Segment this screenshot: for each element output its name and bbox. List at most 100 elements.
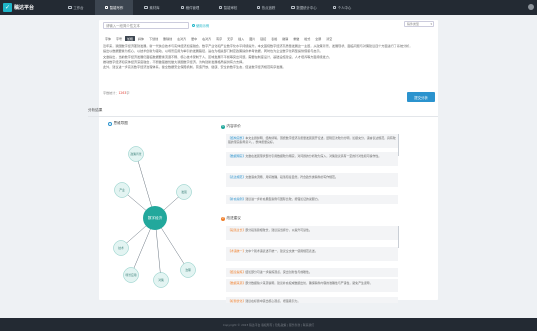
toolbar-button[interactable]: 插入 (236, 36, 246, 41)
mindmap[interactable]: 数字经济 政策背景产业 发展技术场景应用对策 治理 (106, 130, 213, 295)
mindmap-node-label: 政策背景 (130, 152, 141, 156)
user-icon (332, 5, 337, 10)
toolbar-button[interactable]: 无序 (225, 36, 235, 41)
toolbar-button[interactable]: 斜体 (136, 36, 146, 41)
chevron-down-icon: ▾ (430, 22, 432, 26)
evaluation-tag: 【段落过长】 (228, 227, 246, 232)
submit-analysis-button[interactable]: 提交分析 (407, 92, 435, 102)
editor-toolbar: 字体 字号 加粗 斜体 下划线 删除线 左对齐 居中 右对齐 有序 无序 插入 图片 链接 表格 撤销 重做 格式… (103, 36, 433, 42)
toolbar-button[interactable]: 加粗 (125, 36, 136, 41)
section-number-icon: 2 (221, 216, 225, 221)
example-label: 使用示例 (196, 24, 210, 28)
document-icon (180, 5, 185, 10)
nav-item-4[interactable]: 智能审校 (209, 0, 247, 15)
top-navigation-bar: ✓ 稿达平台 工作台 智能写作 素材库 稿件管理 智能审校 热点追踪 数据统计中心 个人中心 (0, 0, 537, 15)
chart-icon (291, 5, 295, 10)
toolbar-button[interactable]: 图片 (247, 36, 257, 41)
evaluation-tag: 【表达规范】 (228, 174, 246, 179)
toolbar-button[interactable]: 字体 (103, 36, 113, 41)
dashboard-icon (68, 5, 72, 10)
nav-item-6[interactable]: 数据统计中心 (285, 0, 323, 15)
nav-item-7[interactable]: 个人中心 (323, 0, 361, 15)
evaluation-tag: 【补充案例】 (228, 196, 246, 201)
evaluation-heading-text: 改进建议 (226, 216, 241, 220)
nav-item-label: 智能写作 (109, 6, 124, 10)
main-nav: 工作台 智能写作 素材库 稿件管理 智能审校 热点追踪 数据统计中心 个人中心 (57, 0, 361, 15)
evaluation-item: 【表达规范】文章语言流畅、用词准确，段落衔接自然，符合政务类稿件的写作规范。 (226, 173, 398, 187)
toolbar-button[interactable]: 撤销 (280, 36, 290, 41)
section-number-icon: 1 (221, 124, 225, 129)
toolbar-button[interactable]: 格式 (302, 36, 312, 41)
evaluation-item: 【结论提炼】结论部分可进一步提炼观点，突出创新性与前瞻性。 (226, 268, 398, 277)
nav-item-5[interactable]: 热点追踪 (247, 0, 285, 15)
check-icon (218, 5, 223, 10)
evaluation-heading: 1 内容评价 (221, 124, 241, 129)
mindmap-node-label: 对策 (158, 278, 164, 282)
mindmap-node-label: 发展 (181, 190, 187, 194)
evaluation-text: 建议在标题中突出核心观点，增强吸引力。 (245, 298, 301, 303)
nav-item-label: 智能审校 (223, 6, 238, 10)
summary-input[interactable]: 请输入一段简介性文本 (103, 22, 189, 29)
nav-item-label: 工作台 (73, 6, 84, 10)
evaluation-text: 本文主题鲜明、结构清晰，围绕数字经济高质量发展展开论述，逻辑层次较为分明，论据充… (228, 135, 396, 145)
info-icon (192, 24, 195, 27)
example-link[interactable]: 使用示例 (192, 23, 209, 28)
app-logo[interactable]: ✓ 稿达平台 (3, 3, 34, 12)
main-card: 请输入一段简介性文本 使用示例 稿件类型 ▾ 字体 字号 加粗 斜体 下划线 删除线 左对齐… (88, 20, 438, 303)
toolbar-button[interactable]: 下划线 (147, 36, 160, 41)
fire-icon (256, 5, 261, 10)
mindmap-node-label: 技术 (118, 246, 124, 250)
nav-item-3[interactable]: 稿件管理 (171, 0, 209, 15)
toolbar-button[interactable]: 有序 (214, 36, 224, 41)
word-count-suffix: 字 (126, 91, 130, 95)
nav-item-2[interactable]: 素材库 (133, 0, 171, 15)
toolbar-button[interactable]: 清空 (324, 36, 334, 41)
user-avatar[interactable] (528, 4, 534, 10)
toolbar-button[interactable]: 表格 (269, 36, 279, 41)
evaluation-text: 部分数据缺少来源说明，建议补充权威数据出处，确保稿件内容的准确性与严谨性，避免产… (245, 280, 373, 285)
toolbar-button[interactable]: 链接 (258, 36, 268, 41)
evaluation-tag: 【标题优化】 (228, 298, 246, 303)
evaluation-item: 【术语统一】文中个别术语表述不统一，建议全文统一使用规范表述。 (226, 247, 398, 261)
evaluation-text: 建议进一步补充典型案例与国际比较，增强论证的说服力。 (245, 196, 321, 201)
mindmap-node-label: 治理 (185, 268, 191, 272)
mindmap-node-label: 场景应用 (125, 273, 136, 277)
toolbar-button[interactable]: 字号 (114, 36, 124, 41)
nav-item-label: 数据统计中心 (296, 6, 317, 10)
toolbar-button[interactable]: 删除线 (161, 36, 174, 41)
toolbar-button[interactable]: 左对齐 (175, 36, 188, 41)
footer: Copyright © 2023 稿达平台 版权所有 | 隐私政策 | 服务条款… (0, 318, 537, 331)
text-editor[interactable]: 近年来，我国数字经济蓬勃发展，新一代信息技术与实体经济加速融合，数字产业化和产业… (103, 44, 435, 90)
word-count-label: 字数统计： (103, 91, 119, 95)
toolbar-button[interactable]: 居中 (189, 36, 199, 41)
mindmap-center-label: 数字经济 (148, 215, 163, 220)
toolbar-button[interactable]: 全屏 (313, 36, 323, 41)
word-count: 字数统计：1263字 (103, 90, 129, 95)
input-row: 请输入一段简介性文本 使用示例 (100, 21, 437, 30)
toolbar-button[interactable]: 右对齐 (200, 36, 213, 41)
toolbar-button[interactable]: 重做 (291, 36, 301, 41)
doc-type-value: 稿件类型 (407, 22, 420, 26)
pen-icon (104, 5, 109, 10)
evaluation-text: 文章在发展现状部分引用数据较为翔实，对问题的分析较为深入，对策建议具有一定的针对… (245, 153, 382, 158)
evaluation-heading-text: 内容评价 (226, 124, 241, 128)
nav-item-1[interactable]: 智能写作 (95, 0, 133, 15)
evaluation-tag: 【结构完整】 (228, 135, 246, 140)
scrollbar[interactable] (398, 134, 400, 156)
nav-item-0[interactable]: 工作台 (57, 0, 95, 15)
evaluation-text: 部分段落篇幅较长，建议适当拆分，以提升可读性。 (245, 227, 312, 232)
mindmap-title: 思维导图 (108, 121, 128, 126)
doc-type-select[interactable]: 稿件类型 ▾ (404, 21, 434, 27)
ring-icon (108, 121, 112, 126)
evaluation-tag: 【术语统一】 (228, 248, 246, 253)
evaluation-text: 结论部分可进一步提炼观点，突出创新性与前瞻性。 (245, 269, 312, 274)
evaluation-tag: 【结论提炼】 (228, 269, 246, 274)
scrollbar[interactable] (398, 226, 400, 248)
evaluation-item: 【补充案例】建议进一步补充典型案例与国际比较，增强论证的说服力。 (226, 195, 398, 204)
folder-icon (144, 5, 148, 10)
nav-item-label: 稿件管理 (185, 6, 200, 10)
evaluation-tag: 【数据翔实】 (228, 153, 246, 158)
evaluation-text: 文章语言流畅、用词准确，段落衔接自然，符合政务类稿件的写作规范。 (245, 174, 338, 179)
nav-item-label: 素材库 (149, 6, 160, 10)
evaluation-tag: 【数据来源】 (228, 280, 246, 285)
